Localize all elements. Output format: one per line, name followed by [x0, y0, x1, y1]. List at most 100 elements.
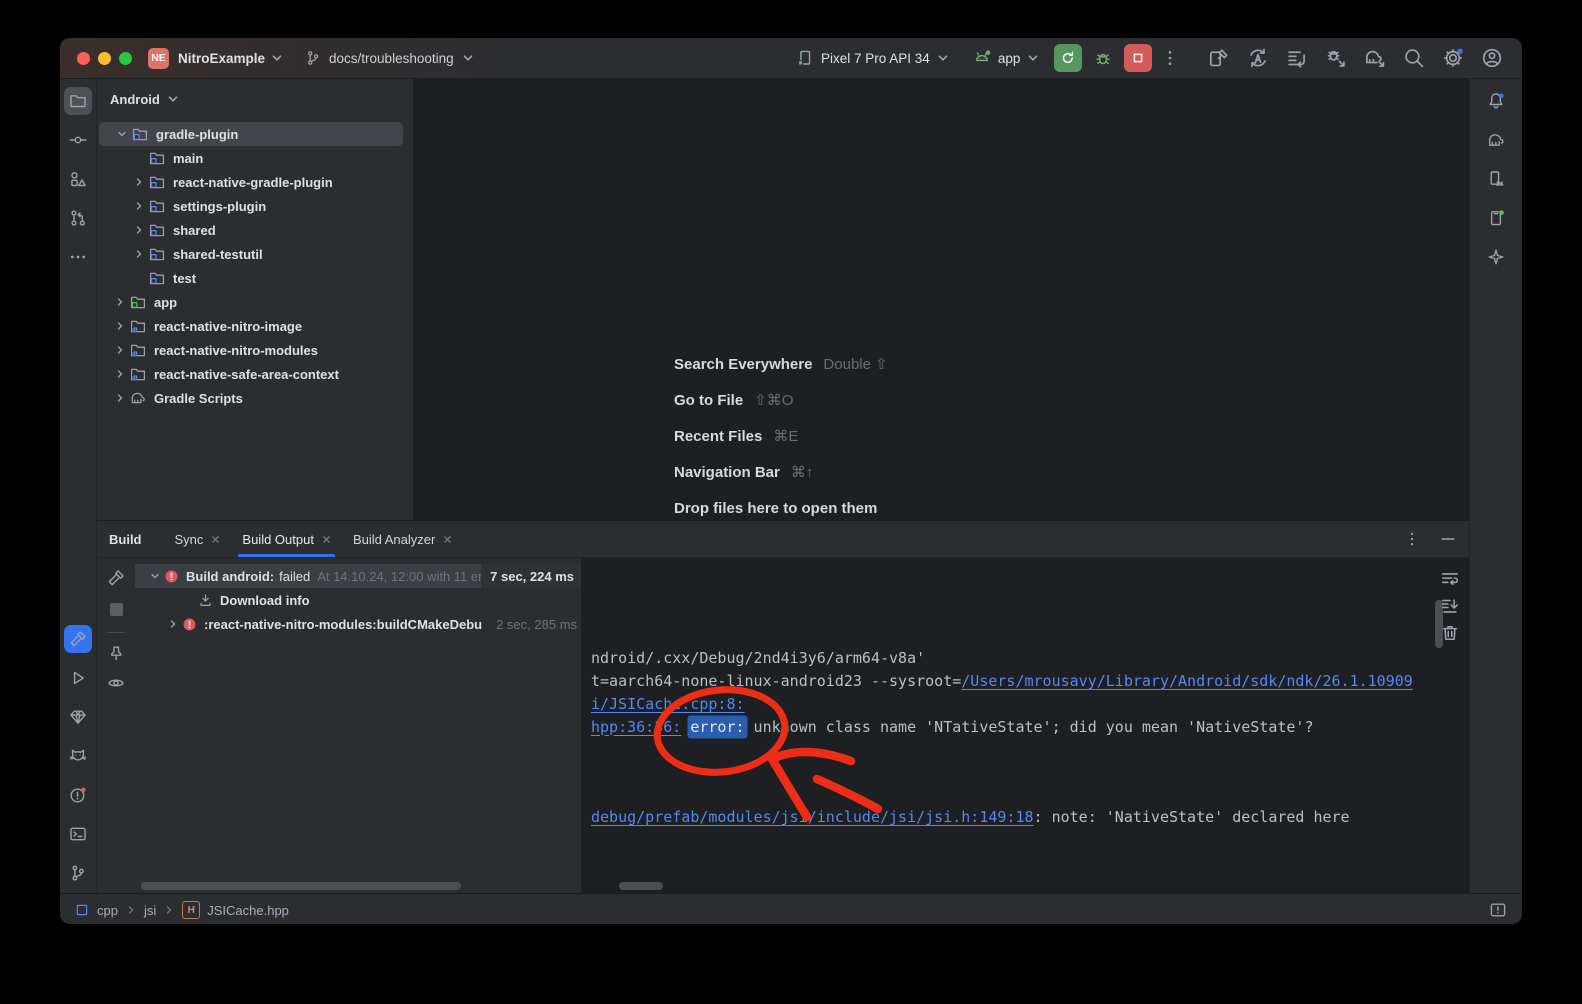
project-tree-item-shared-testutil[interactable]: shared-testutil — [97, 242, 413, 266]
tree-item-label: react-native-nitro-modules — [154, 343, 318, 358]
gradle-sync-button[interactable] — [1363, 46, 1387, 70]
vcs-branch-widget[interactable]: docs/troubleshooting — [304, 49, 475, 67]
chevron-right-icon[interactable] — [111, 344, 129, 356]
console-file-link[interactable]: /Users/mrousavy/Library/Android/sdk/ndk/… — [961, 672, 1413, 690]
settings-button[interactable] — [1441, 46, 1465, 70]
tool-project[interactable] — [64, 87, 92, 115]
tool-terminal[interactable] — [64, 820, 92, 848]
event-log-icon[interactable] — [1488, 900, 1508, 920]
chevron-down-icon[interactable] — [147, 570, 163, 582]
restart-build-button[interactable] — [106, 568, 126, 588]
clear-console-button[interactable] — [1439, 622, 1461, 644]
breadcrumb-file[interactable]: JSICache.hpp — [207, 903, 289, 918]
project-tree-item-react-native-safe-area-context[interactable]: react-native-safe-area-context — [97, 362, 413, 386]
breadcrumb-jsi[interactable]: jsi — [144, 903, 156, 918]
close-icon[interactable] — [443, 535, 452, 544]
console-file-link[interactable]: hpp:36:36: — [591, 718, 681, 736]
project-tree-item-gradle-plugin[interactable]: gradle-plugin — [99, 122, 403, 146]
panel-options-button[interactable] — [1403, 530, 1421, 548]
title-bar-left: NE NitroExample docs/troubleshooting — [77, 38, 475, 78]
chevron-down-icon[interactable] — [113, 128, 131, 140]
chevron-right-icon[interactable] — [130, 200, 148, 212]
pin-tab-button[interactable] — [106, 644, 126, 664]
tool-logcat[interactable] — [64, 742, 92, 770]
minimize-window-button[interactable] — [98, 52, 111, 65]
close-icon[interactable] — [322, 535, 331, 544]
profiler-button[interactable] — [1285, 46, 1309, 70]
attach-debugger-button[interactable] — [1324, 46, 1348, 70]
stop-build-button[interactable] — [110, 603, 123, 616]
project-tree-item-react-native-gradle-plugin[interactable]: react-native-gradle-plugin — [97, 170, 413, 194]
close-window-button[interactable] — [77, 52, 90, 65]
project-tree-item-test[interactable]: test — [97, 266, 413, 290]
tab-build-analyzer[interactable]: Build Analyzer — [342, 521, 463, 557]
tool-gradle[interactable] — [1482, 126, 1510, 154]
chevron-glyph — [116, 128, 128, 140]
tab-build-output[interactable]: Build Output — [231, 521, 342, 557]
project-tree-item-gradle-scripts[interactable]: Gradle Scripts — [97, 386, 413, 410]
project-tree-item-main[interactable]: main — [97, 146, 413, 170]
build-variants-button[interactable] — [1207, 46, 1231, 70]
tool-app-insights[interactable] — [64, 703, 92, 731]
run-config-selector[interactable]: app — [998, 51, 1021, 66]
chevron-right-icon[interactable] — [111, 296, 129, 308]
chevron-right-icon[interactable] — [111, 320, 129, 332]
debug-button[interactable] — [1092, 47, 1114, 69]
chevron-right-icon[interactable] — [130, 176, 148, 188]
horizontal-scrollbar[interactable] — [141, 882, 461, 890]
tab-sync[interactable]: Sync — [164, 521, 232, 557]
tool-resource-manager[interactable] — [64, 165, 92, 193]
project-tree-item-shared[interactable]: shared — [97, 218, 413, 242]
close-icon[interactable] — [211, 535, 220, 544]
tool-commit[interactable] — [64, 126, 92, 154]
tool-device-manager[interactable] — [1482, 165, 1510, 193]
tool-more[interactable] — [64, 243, 92, 271]
device-selector[interactable]: Pixel 7 Pro API 34 — [821, 51, 930, 66]
horizontal-scrollbar[interactable] — [619, 882, 663, 890]
project-view-selector[interactable]: Android — [110, 92, 160, 107]
chevron-right-icon[interactable] — [111, 392, 129, 404]
tool-version-control[interactable] — [64, 859, 92, 887]
project-tree-item-settings-plugin[interactable]: settings-plugin — [97, 194, 413, 218]
chevron-right-icon[interactable] — [111, 368, 129, 380]
rerun-button[interactable] — [1054, 44, 1082, 72]
account-button[interactable] — [1480, 46, 1504, 70]
scroll-to-end-button[interactable] — [1439, 595, 1461, 617]
project-name[interactable]: NitroExample — [178, 51, 265, 66]
build-console-text: ndroid/.cxx/Debug/2nd4i3y6/arm64-v8a't=a… — [591, 647, 1413, 829]
chevron-right-icon[interactable] — [165, 618, 181, 630]
build-tree-item-download-info[interactable]: Download info — [135, 588, 581, 612]
shortcut-keys: ⌘E — [773, 427, 798, 445]
build-tree-item-react-native-nitro-modules-buildcmakedebu[interactable]: :react-native-nitro-modules:buildCMakeDe… — [135, 612, 581, 636]
project-tree-item-react-native-nitro-image[interactable]: react-native-nitro-image — [97, 314, 413, 338]
tool-run[interactable] — [64, 664, 92, 692]
chevron-right-icon[interactable] — [130, 248, 148, 260]
soft-wrap-button[interactable] — [1439, 568, 1461, 590]
project-tree-item-react-native-nitro-modules[interactable]: react-native-nitro-modules — [97, 338, 413, 362]
ai-actions-button[interactable] — [1246, 46, 1270, 70]
tool-problems[interactable] — [64, 781, 92, 809]
console-file-link[interactable]: debug/prefab/modules/jsi/include/jsi/jsi… — [591, 808, 1034, 826]
tool-build[interactable] — [64, 625, 92, 653]
chevron-right-icon[interactable] — [130, 224, 148, 236]
hide-panel-button[interactable] — [1439, 530, 1457, 548]
more-actions-button[interactable] — [1160, 48, 1180, 68]
view-options-button[interactable] — [106, 673, 126, 693]
stop-button[interactable] — [1124, 44, 1152, 72]
breadcrumb-cpp[interactable]: cpp — [97, 903, 118, 918]
tool-pull-requests[interactable] — [64, 204, 92, 232]
tool-notifications[interactable] — [1482, 87, 1510, 115]
build-item-detail: At 14.10.24, 12:00 with 11 er — [317, 569, 481, 584]
chevron-glyph — [133, 248, 145, 260]
console-file-link[interactable]: i/JSICache.cpp:8: — [591, 695, 745, 713]
build-tree-item-build-android[interactable]: Build android:failedAt 14.10.24, 12:00 w… — [135, 564, 581, 588]
project-tree-item-app[interactable]: app — [97, 290, 413, 314]
console-text: unknown class name 'NTativeState'; did y… — [745, 718, 1314, 736]
zoom-window-button[interactable] — [119, 52, 132, 65]
search-everywhere-button[interactable] — [1402, 46, 1426, 70]
elephant-icon — [129, 389, 147, 407]
build-output-tree: Build android:failedAt 14.10.24, 12:00 w… — [135, 558, 581, 893]
tool-running-devices[interactable] — [1482, 204, 1510, 232]
libfolder-icon — [129, 317, 147, 335]
tool-gemini[interactable] — [1482, 243, 1510, 271]
